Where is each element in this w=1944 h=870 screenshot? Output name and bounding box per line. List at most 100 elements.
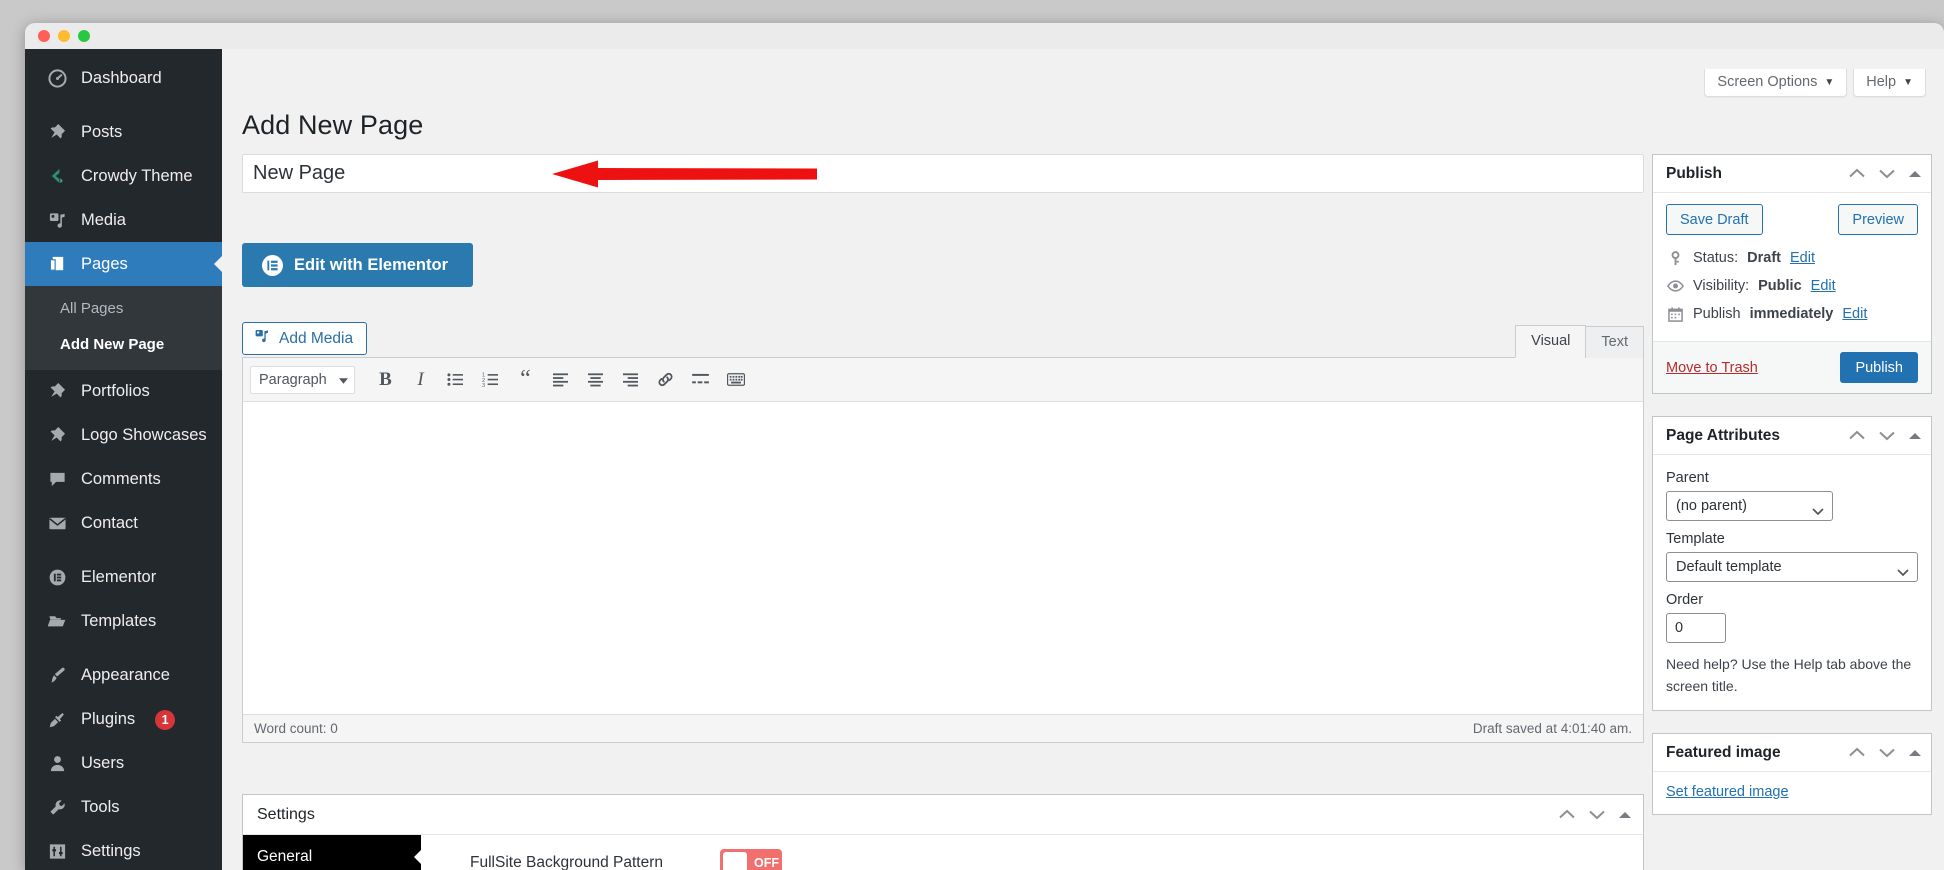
pages-submenu: All Pages Add New Page — [25, 286, 222, 370]
screen-options-label: Screen Options — [1717, 74, 1818, 90]
bulleted-list-icon[interactable] — [439, 365, 472, 395]
sidebar-item-label: Plugins — [81, 710, 136, 729]
move-to-trash-link[interactable]: Move to Trash — [1666, 360, 1758, 376]
insert-link-icon[interactable] — [649, 365, 682, 395]
edit-status-link[interactable]: Edit — [1790, 250, 1815, 266]
toggle-panel-icon[interactable] — [1909, 749, 1921, 757]
help-label: Help — [1866, 74, 1897, 90]
read-more-icon[interactable] — [684, 365, 717, 395]
tab-visual[interactable]: Visual — [1515, 325, 1587, 358]
numbered-list-icon[interactable]: 123 — [474, 365, 507, 395]
sidebar-item-tools[interactable]: Tools — [25, 786, 222, 830]
toggle-panel-icon[interactable] — [1619, 811, 1631, 819]
publish-metabox-body: Save Draft Preview Status: Draft Edit Vi… — [1653, 193, 1931, 341]
set-featured-image-link[interactable]: Set featured image — [1666, 784, 1789, 800]
sidebar-item-users[interactable]: Users — [25, 742, 222, 786]
move-down-icon[interactable] — [1879, 168, 1895, 179]
toggle-panel-icon[interactable] — [1909, 170, 1921, 178]
publish-value: immediately — [1749, 306, 1834, 322]
publish-minor-actions: Save Draft Preview — [1666, 204, 1918, 235]
publish-prefix: Publish — [1693, 306, 1741, 322]
editor-mode-tabs: Visual Text — [1515, 325, 1644, 358]
sidebar-item-pages[interactable]: Pages — [25, 242, 223, 286]
metabox-handle-actions — [1849, 168, 1921, 179]
maximize-window-button[interactable] — [78, 30, 90, 42]
sidebar-item-contact[interactable]: Contact — [25, 502, 222, 546]
toggle-knob — [723, 851, 747, 870]
page-attributes-body: Parent (no parent) Template Default temp… — [1653, 455, 1931, 710]
mail-icon — [47, 513, 68, 534]
metabox-handle-actions — [1559, 809, 1631, 820]
parent-select[interactable]: (no parent) — [1666, 491, 1833, 521]
sidebar-item-comments[interactable]: Comments — [25, 458, 222, 502]
editor-top-row: Add Media Visual Text — [242, 322, 1644, 358]
sidebar-item-settings[interactable]: Settings — [25, 830, 222, 870]
sidebar-item-dashboard[interactable]: Dashboard — [25, 56, 222, 100]
edit-publish-date-link[interactable]: Edit — [1842, 306, 1867, 322]
metabox-handle-actions — [1849, 430, 1921, 441]
post-title-input[interactable] — [242, 154, 1644, 193]
minimize-window-button[interactable] — [58, 30, 70, 42]
bold-icon[interactable]: B — [369, 365, 402, 395]
sidebar-item-label: Dashboard — [81, 68, 162, 87]
template-select[interactable]: Default template — [1666, 552, 1918, 582]
edit-visibility-link[interactable]: Edit — [1811, 278, 1836, 294]
preview-button[interactable]: Preview — [1838, 204, 1918, 235]
align-left-icon[interactable] — [544, 365, 577, 395]
move-up-icon[interactable] — [1559, 809, 1575, 820]
tab-text[interactable]: Text — [1585, 326, 1644, 358]
sidebar-item-appearance[interactable]: Appearance — [25, 654, 222, 698]
paragraph-format-select[interactable]: Paragraph — [250, 365, 355, 394]
align-center-icon[interactable] — [579, 365, 612, 395]
sidebar-item-plugins[interactable]: Plugins 1 — [25, 698, 222, 742]
move-down-icon[interactable] — [1879, 747, 1895, 758]
plug-icon — [47, 709, 68, 730]
sidebar-item-label: Contact — [81, 514, 138, 533]
sidebar-item-all-pages[interactable]: All Pages — [25, 291, 222, 327]
align-right-icon[interactable] — [614, 365, 647, 395]
move-up-icon[interactable] — [1849, 430, 1865, 441]
sidebar-item-logo-showcases[interactable]: Logo Showcases — [25, 414, 222, 458]
publish-major-actions: Move to Trash Publish — [1653, 341, 1931, 393]
italic-icon[interactable]: I — [404, 365, 437, 395]
fullsite-background-pattern-label: FullSite Background Pattern — [470, 854, 663, 870]
blockquote-icon[interactable]: “ — [509, 365, 542, 395]
settings-tab-list: General — [243, 835, 421, 870]
edit-with-elementor-button[interactable]: Edit with Elementor — [242, 243, 474, 287]
plugins-update-badge: 1 — [155, 709, 176, 730]
help-toggle[interactable]: Help ▼ — [1853, 69, 1926, 97]
move-up-icon[interactable] — [1849, 747, 1865, 758]
close-window-button[interactable] — [38, 30, 50, 42]
sidebar-item-portfolios[interactable]: Portfolios — [25, 370, 222, 414]
sidebar-item-templates[interactable]: Templates — [25, 600, 222, 644]
move-down-icon[interactable] — [1589, 809, 1605, 820]
toggle-panel-icon[interactable] — [1909, 432, 1921, 440]
sidebar-item-elementor[interactable]: Elementor — [25, 556, 222, 600]
visibility-value: Public — [1758, 278, 1802, 294]
settings-metabox-header: Settings — [243, 795, 1643, 835]
order-input[interactable] — [1666, 613, 1726, 643]
sidebar-item-posts[interactable]: Posts — [25, 110, 222, 154]
publish-button[interactable]: Publish — [1840, 352, 1918, 383]
editor-content-area[interactable] — [243, 402, 1643, 714]
sidebar-item-label: Portfolios — [81, 382, 150, 401]
move-up-icon[interactable] — [1849, 168, 1865, 179]
settings-tab-general[interactable]: General — [243, 835, 421, 870]
sidebar-item-add-new-page[interactable]: Add New Page — [25, 327, 222, 363]
editor-wrap: Add Media Visual Text Paragraph B I 1 2 … — [242, 322, 1644, 743]
save-draft-button[interactable]: Save Draft — [1666, 204, 1763, 235]
paragraph-format-value: Paragraph — [259, 371, 327, 388]
move-down-icon[interactable] — [1879, 430, 1895, 441]
keyboard-shortcuts-icon[interactable] — [719, 365, 752, 395]
sidebar-item-media[interactable]: Media — [25, 198, 222, 242]
media-icon — [254, 328, 270, 349]
add-media-button[interactable]: Add Media — [242, 322, 368, 355]
sidebar-item-label: Pages — [81, 254, 128, 273]
screen-options-toggle[interactable]: Screen Options ▼ — [1704, 69, 1848, 97]
settings-metabox: Settings General FullSite Background Pat… — [242, 794, 1644, 870]
featured-image-body: Set featured image — [1653, 772, 1931, 814]
page-attributes-help-text: Need help? Use the Help tab above the sc… — [1666, 656, 1912, 694]
fullsite-background-pattern-toggle[interactable]: OFF — [720, 848, 782, 870]
sidebar-item-label: Appearance — [81, 666, 170, 685]
sidebar-item-crowdy-theme[interactable]: Crowdy Theme — [25, 154, 222, 198]
